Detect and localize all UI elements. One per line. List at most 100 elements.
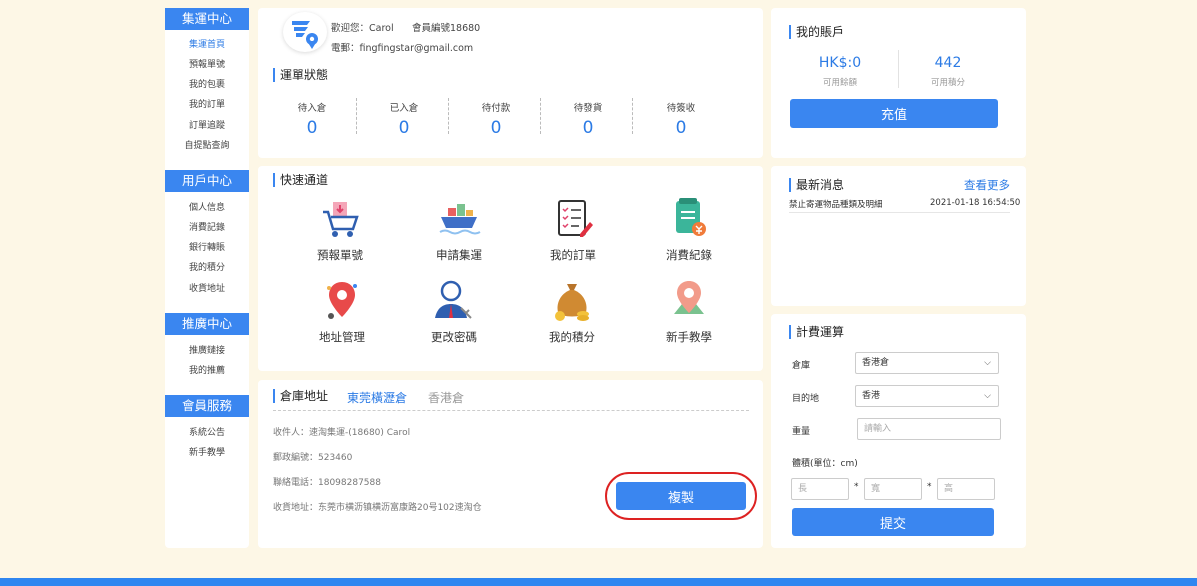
phone-text: 聯絡電話：18098287588 [273,478,381,488]
status-value: 0 [490,118,502,138]
divider [898,50,899,88]
warehouse-card [258,380,763,548]
width-input[interactable] [864,478,922,500]
news-title: 最新消息 [789,178,844,192]
balance-value: HK$:0 [818,55,862,71]
sidebar-item-pickup-query[interactable]: 自提點查詢 [165,140,249,152]
sidebar-item-bank-transfer[interactable]: 銀行轉賬 [165,242,249,254]
sidebar-item-forecast[interactable]: 預報單號 [165,59,249,71]
sidebar-item-tutorial[interactable]: 新手教學 [165,447,249,459]
sidebar: 集運中心 集運首頁 預報單號 我的包裹 我的訂單 訂單追蹤 自提點查詢 用戶中心… [165,8,249,548]
cargo-ship-icon [439,204,481,235]
status-pending-payment[interactable]: 待付款 0 [466,100,526,138]
status-pending-receipt[interactable]: 待簽收 0 [651,100,711,138]
status-label: 待付款 [481,103,511,114]
address-text: 收貨地址：东莞市横沥镇横沥富康路20号102速淘仓 [273,503,482,513]
brand-logo [283,12,327,52]
welcome-text: 歡迎您：Carol [331,23,394,34]
postcode-text: 郵政編號：523460 [273,453,353,463]
user-key-icon [435,280,472,319]
sidebar-item-my-packages[interactable]: 我的包裹 [165,79,249,91]
sidebar-item-my-orders[interactable]: 我的訂單 [165,99,249,111]
quick-access-title: 快速通道 [273,173,328,187]
sidebar-item-profile[interactable]: 個人信息 [165,202,249,214]
sidebar-section-shipping[interactable]: 集運中心 [165,8,249,30]
quick-address-management[interactable]: 地址管理 [292,278,392,345]
view-more-link[interactable]: 查看更多 [964,177,1010,193]
submit-button[interactable]: 提交 [792,508,994,536]
divider [356,98,357,134]
status-value: 0 [582,118,594,138]
sidebar-section-member[interactable]: 會員服務 [165,395,249,417]
quick-label: 新手教學 [666,330,712,344]
quick-label: 更改密碼 [431,330,477,344]
sidebar-item-address[interactable]: 收貨地址 [165,283,249,295]
status-pending-shipment[interactable]: 待發貨 0 [558,100,618,138]
height-input[interactable] [937,478,995,500]
warehouse-title: 倉庫地址 [273,389,328,403]
status-value: 0 [306,118,318,138]
order-list-icon [558,200,593,237]
sidebar-item-referrals[interactable]: 我的推薦 [165,365,249,377]
destination-select[interactable]: 香港 ⌵ [855,385,999,407]
quick-label: 消費紀錄 [666,248,712,262]
quick-my-orders[interactable]: 我的訂單 [523,196,623,263]
sidebar-item-spending[interactable]: 消費記錄 [165,222,249,234]
sidebar-item-promo-link[interactable]: 推廣鏈接 [165,345,249,357]
status-label: 待簽收 [666,103,696,114]
topup-button[interactable]: 充值 [790,99,998,128]
sidebar-item-announcements[interactable]: 系統公告 [165,427,249,439]
calculator-title: 計費運算 [789,325,844,339]
points-value: 442 [934,55,962,71]
location-pin-icon [327,282,357,319]
status-pending-warehouse[interactable]: 待入倉 0 [282,100,342,138]
receipt-icon [676,198,706,236]
divider [632,98,633,134]
quick-change-password[interactable]: 更改密碼 [404,278,504,345]
sidebar-item-order-tracking[interactable]: 訂單追蹤 [165,120,249,132]
sidebar-item-shipping-home[interactable]: 集運首頁 [165,39,249,51]
weight-label: 重量 [792,427,811,437]
sidebar-section-user[interactable]: 用戶中心 [165,170,249,192]
order-status-title: 運單狀態 [273,68,328,82]
length-input[interactable] [791,478,849,500]
quick-label: 預報單號 [317,248,363,262]
copy-button[interactable]: 複製 [616,482,746,510]
member-number: 會員編號18680 [412,23,481,34]
quick-label: 我的積分 [549,330,595,344]
status-value: 0 [675,118,687,138]
quick-label: 地址管理 [319,330,365,344]
quick-apply-shipping[interactable]: 申請集運 [409,196,509,263]
volume-label: 體積(單位：cm) [792,459,858,469]
chevron-down-icon: ⌵ [984,391,991,401]
quick-my-points[interactable]: 我的積分 [522,278,622,345]
select-value: 香港 [862,391,881,401]
balance-label: 可用餘額 [822,78,857,88]
account-title: 我的賬戶 [789,25,844,39]
multiply-star: * [927,482,932,492]
shopping-cart-icon [323,202,359,237]
quick-forecast[interactable]: 預報單號 [290,196,390,263]
sidebar-section-promo[interactable]: 推廣中心 [165,313,249,335]
points-label: 可用積分 [930,78,965,88]
quick-tutorial[interactable]: 新手教學 [639,278,739,345]
bottom-bar [0,578,1197,586]
select-value: 香港倉 [862,358,890,368]
news-item-title[interactable]: 禁止寄運物品種類及明細 [789,198,883,210]
quick-spending-records[interactable]: 消費紀錄 [639,196,739,263]
divider [448,98,449,134]
warehouse-select[interactable]: 香港倉 ⌵ [855,352,999,374]
tab-hongkong-warehouse[interactable]: 香港倉 [428,389,464,406]
tab-dongguan-warehouse[interactable]: 東莞橫瀝倉 [347,389,407,406]
divider [273,410,749,411]
status-value: 0 [398,118,410,138]
status-label: 待入倉 [297,103,327,114]
divider [789,212,1010,213]
multiply-star: * [854,482,859,492]
sidebar-item-my-points[interactable]: 我的積分 [165,262,249,274]
quick-label: 我的訂單 [550,248,596,262]
status-in-warehouse[interactable]: 已入倉 0 [374,100,434,138]
weight-input[interactable] [857,418,1001,440]
divider [540,98,541,134]
email-text: 電郵：fingfingstar@gmail.com [331,43,474,54]
